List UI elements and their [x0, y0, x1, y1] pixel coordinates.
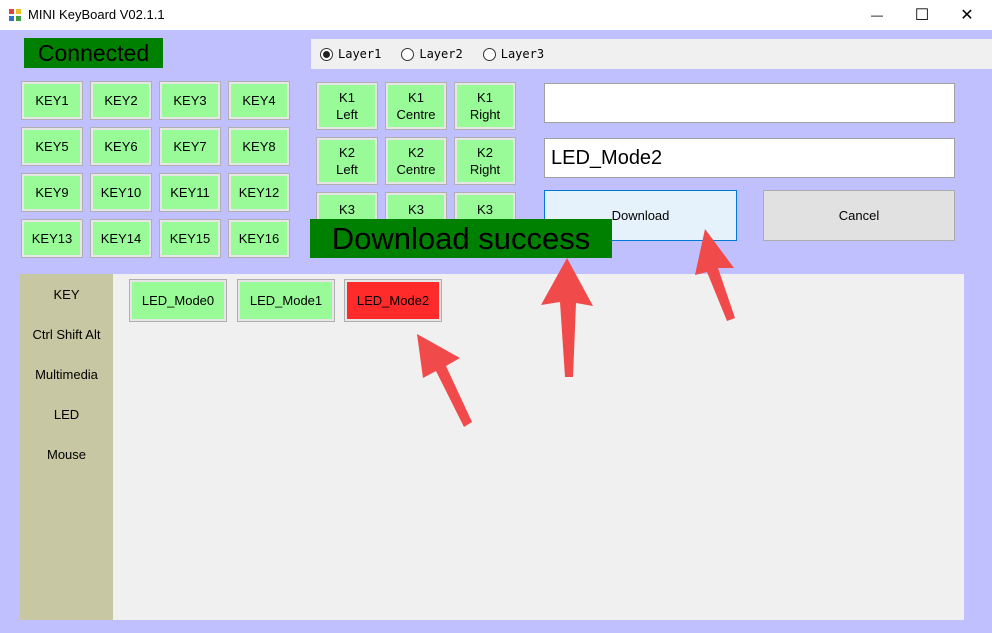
k1-centre-button[interactable]: K1 Centre — [385, 82, 447, 130]
k1-right-button[interactable]: K1 Right — [454, 82, 516, 130]
k2-centre-button[interactable]: K2 Centre — [385, 137, 447, 185]
close-icon: ✕ — [960, 7, 974, 24]
layer-2-radio[interactable]: Layer2 — [401, 47, 463, 61]
key13-button[interactable]: KEY13 — [21, 219, 83, 258]
knob-label: Centre — [396, 162, 436, 177]
layer-1-radio[interactable]: Layer1 — [320, 47, 381, 61]
knob-label: K1 — [477, 90, 493, 105]
key15-button[interactable]: KEY15 — [159, 219, 221, 258]
knob-label: Left — [336, 107, 358, 122]
layer-2-label: Layer2 — [419, 47, 463, 61]
knob-label: K2 — [339, 145, 355, 160]
knob-label: K3 — [477, 202, 493, 217]
k2-left-button[interactable]: K2 Left — [316, 137, 378, 185]
key4-button[interactable]: KEY4 — [228, 81, 290, 120]
key16-button[interactable]: KEY16 — [228, 219, 290, 258]
key2-button[interactable]: KEY2 — [90, 81, 152, 120]
knob-label: K2 — [408, 145, 424, 160]
connection-status: Connected — [24, 38, 163, 68]
maximize-icon: ☐ — [914, 7, 930, 24]
minimize-icon: — — [871, 8, 883, 22]
knob-label: K1 — [339, 90, 355, 105]
knob-label: K3 — [339, 202, 355, 217]
minimize-button[interactable]: — — [854, 0, 900, 30]
app-icon — [9, 9, 21, 21]
nav-item-led[interactable]: LED — [20, 407, 113, 422]
layer-1-label: Layer1 — [338, 47, 382, 61]
key8-button[interactable]: KEY8 — [228, 127, 290, 166]
main-window: Connected Layer1 Layer2 Layer3 KEY1 KEY2… — [0, 30, 992, 633]
led-mode1-button[interactable]: LED_Mode1 — [237, 279, 335, 322]
window-title: MINI KeyBoard V02.1.1 — [28, 7, 165, 22]
key14-button[interactable]: KEY14 — [90, 219, 152, 258]
radio-icon — [401, 47, 415, 61]
maximize-button[interactable]: ☐ — [899, 0, 945, 30]
selected-function-field[interactable]: LED_Mode2 — [544, 138, 955, 178]
key11-button[interactable]: KEY11 — [159, 173, 221, 212]
layer-3-label: Layer3 — [500, 47, 545, 61]
knob-label: K1 — [408, 90, 424, 105]
key1-button[interactable]: KEY1 — [21, 81, 83, 120]
led-mode2-button[interactable]: LED_Mode2 — [344, 279, 442, 322]
nav-item-multimedia[interactable]: Multimedia — [20, 367, 113, 382]
knob-label: K3 — [408, 202, 424, 217]
key6-button[interactable]: KEY6 — [90, 127, 152, 166]
key-name-field[interactable] — [544, 83, 955, 123]
k2-right-button[interactable]: K2 Right — [454, 137, 516, 185]
knob-label: Right — [469, 107, 501, 122]
download-success-label: Download success — [310, 219, 612, 258]
led-mode-panel: LED_Mode0 LED_Mode1 LED_Mode2 — [113, 274, 964, 620]
knob-label: Left — [336, 162, 358, 177]
title-bar: MINI KeyBoard V02.1.1 — ☐ ✕ — [0, 0, 992, 30]
nav-item-ctrl-shift-alt[interactable]: Ctrl Shift Alt — [20, 327, 113, 342]
key10-button[interactable]: KEY10 — [90, 173, 152, 212]
key9-button[interactable]: KEY9 — [21, 173, 83, 212]
led-mode0-button[interactable]: LED_Mode0 — [129, 279, 227, 322]
key7-button[interactable]: KEY7 — [159, 127, 221, 166]
close-button[interactable]: ✕ — [944, 0, 990, 30]
knob-label: Centre — [396, 107, 436, 122]
k1-left-button[interactable]: K1 Left — [316, 82, 378, 130]
layer-selector: Layer1 Layer2 Layer3 — [311, 39, 992, 69]
layer-3-radio[interactable]: Layer3 — [482, 47, 545, 61]
knob-label: K2 — [477, 145, 493, 160]
knob-label: Right — [469, 162, 501, 177]
key12-button[interactable]: KEY12 — [228, 173, 290, 212]
nav-item-key[interactable]: KEY — [20, 287, 113, 302]
nav-item-mouse[interactable]: Mouse — [20, 447, 113, 462]
key5-button[interactable]: KEY5 — [21, 127, 83, 166]
function-category-nav: KEY Ctrl Shift Alt Multimedia LED Mouse — [20, 274, 113, 620]
radio-icon — [320, 47, 333, 61]
key3-button[interactable]: KEY3 — [159, 81, 221, 120]
radio-icon — [482, 47, 496, 61]
cancel-button[interactable]: Cancel — [763, 190, 955, 241]
